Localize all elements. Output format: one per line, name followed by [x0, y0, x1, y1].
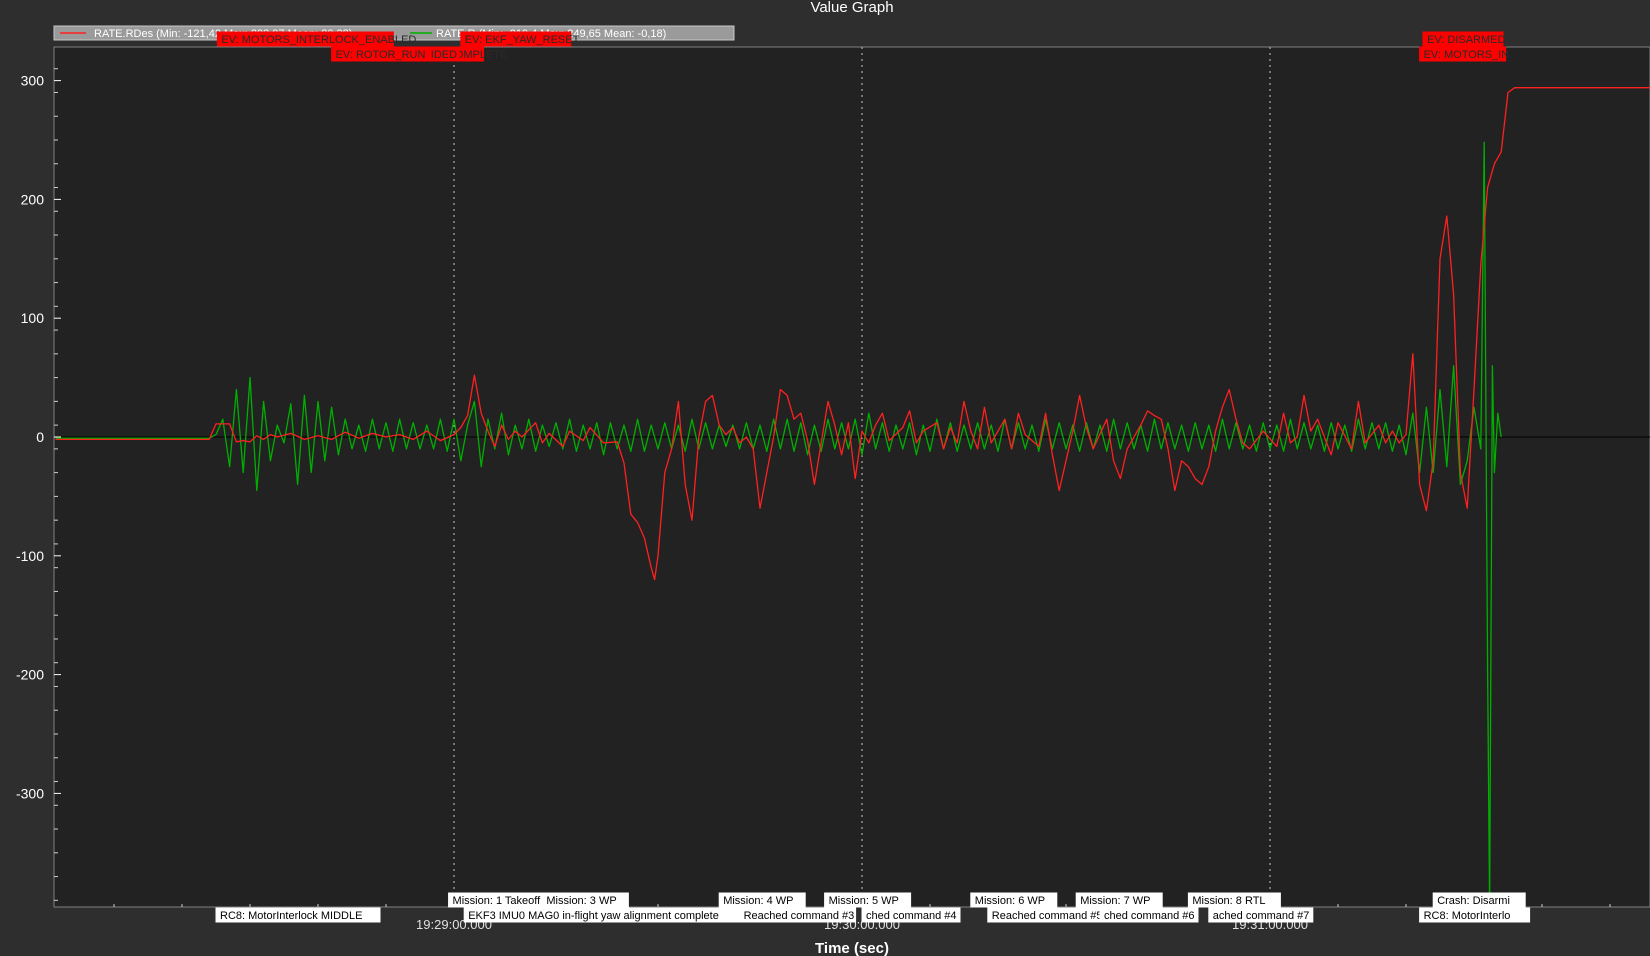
x-axis-title: Time (sec)	[815, 940, 889, 956]
message-marker[interactable]: Reached command #3	[739, 907, 857, 923]
event-marker[interactable]: EV: MOTORS_IN	[1419, 46, 1510, 62]
annotation-text: EV: EKF_YAW_RESET	[465, 34, 580, 46]
plot-area[interactable]	[53, 46, 1650, 908]
annotation-text: RC8: MotorInterlock MIDDLE	[220, 910, 362, 922]
annotation-text: EKF3 IMU0 MAG0 in-flight yaw alignment c…	[468, 910, 719, 922]
annotation-text: Mission: 7 WP	[1080, 895, 1150, 907]
event-marker[interactable]: EV: DISARMED	[1422, 31, 1505, 47]
message-marker[interactable]: ached command #7	[1208, 907, 1314, 923]
y-tick-label: 200	[21, 191, 45, 207]
annotation-text: EV: MOTORS_INTERLOCK_ENABLED	[221, 34, 416, 46]
annotation-text: ched command #6	[1104, 910, 1195, 922]
y-tick-label: 300	[21, 73, 45, 89]
event-marker[interactable]: EV: ROTOR_RUNUP_COMPLETE	[331, 46, 508, 62]
event-marker[interactable]: IDED	[426, 46, 460, 62]
message-marker[interactable]: Mission: 7 WP	[1075, 892, 1163, 908]
y-tick-label: -100	[16, 548, 44, 564]
annotation-text: Mission: 3 WP	[546, 895, 616, 907]
annotation-text: Reached command #3	[744, 910, 855, 922]
y-tick-label: 0	[36, 429, 44, 445]
chart-title: Value Graph	[810, 0, 893, 16]
event-marker[interactable]: EV: MOTORS_INTERLOCK_ENABLED	[216, 31, 416, 47]
annotation-text: Mission: 8 RTL	[1192, 895, 1265, 907]
annotation-text: ached command #7	[1213, 910, 1310, 922]
y-tick-label: -200	[16, 667, 44, 683]
message-marker[interactable]: ched command #6	[1099, 907, 1199, 923]
annotation-text: Crash: Disarmi	[1437, 895, 1510, 907]
annotation-text: ched command #4	[866, 910, 957, 922]
annotation-text: EV: DISARMED	[1427, 34, 1505, 46]
message-marker[interactable]: EKF3 IMU0 MAG0 in-flight yaw alignment c…	[463, 907, 755, 923]
annotation-text: IDED	[431, 49, 457, 61]
message-marker[interactable]: Mission: 3 WP	[541, 892, 629, 908]
message-marker[interactable]: Mission: 6 WP	[970, 892, 1058, 908]
message-marker[interactable]: Reached command #5	[987, 907, 1105, 923]
annotation-text: EV: MOTORS_IN	[1424, 49, 1510, 61]
message-marker[interactable]: Mission: 4 WP	[718, 892, 806, 908]
message-marker[interactable]: Mission: 8 RTL	[1187, 892, 1281, 908]
message-marker[interactable]: Mission: 5 WP	[824, 892, 912, 908]
annotation-text: Mission: 5 WP	[829, 895, 899, 907]
y-tick-label: -300	[16, 785, 44, 801]
message-marker[interactable]: Crash: Disarmi	[1432, 892, 1526, 908]
annotation-text: RC8: MotorInterlo	[1424, 910, 1511, 922]
message-marker[interactable]: ched command #4	[861, 907, 961, 923]
y-tick-label: 100	[21, 310, 45, 326]
annotation-text: Reached command #5	[992, 910, 1103, 922]
annotation-text: Mission: 4 WP	[723, 895, 793, 907]
message-marker[interactable]: RC8: MotorInterlock MIDDLE	[215, 907, 381, 923]
annotation-text: Mission: 1 Takeoff	[453, 895, 542, 907]
annotation-text: Mission: 6 WP	[975, 895, 1045, 907]
value-graph-chart: Value Graph 3002001000-100-200-300 19:29…	[0, 0, 1650, 956]
annotation-text: EV: ROTOR_RUNUP_COMPLETE	[336, 49, 508, 61]
message-marker[interactable]: RC8: MotorInterlo	[1419, 907, 1531, 923]
event-marker[interactable]: EV: EKF_YAW_RESET	[460, 31, 580, 47]
